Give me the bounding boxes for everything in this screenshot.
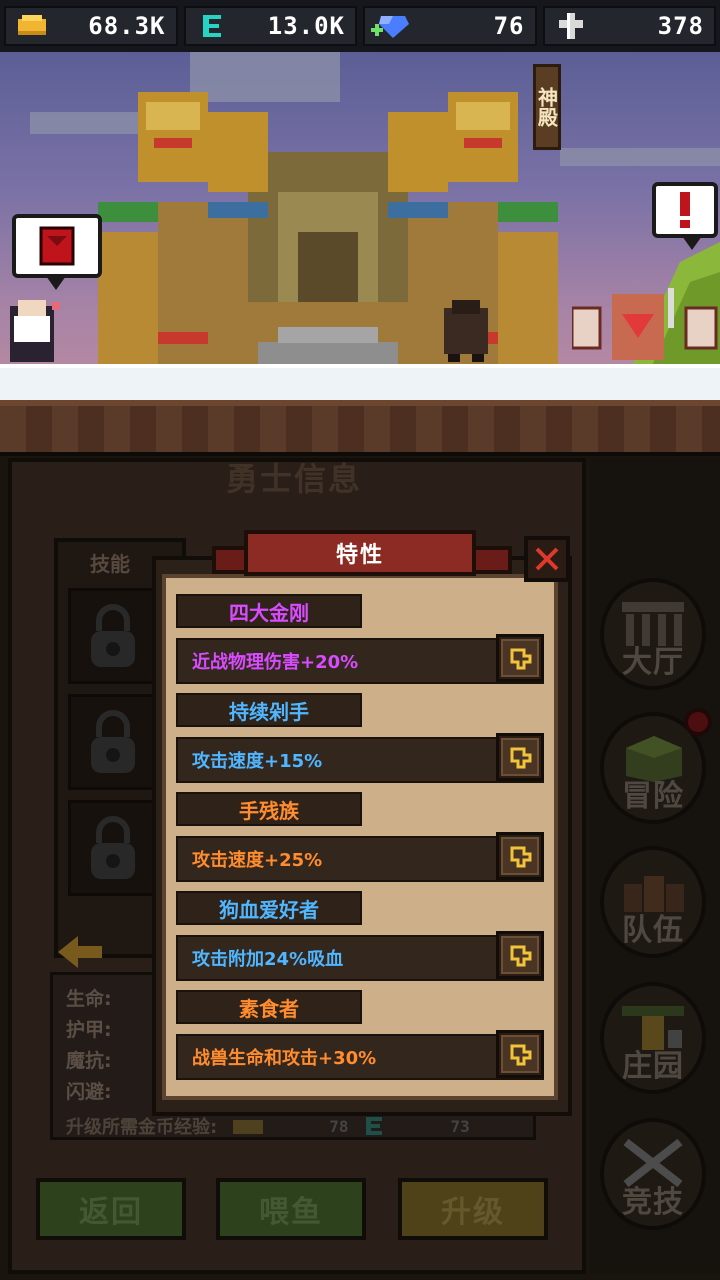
trait-reroll-button[interactable] <box>496 1030 544 1078</box>
shield-guards[interactable] <box>572 288 720 364</box>
cross-counter[interactable]: 378 <box>542 6 716 46</box>
trait-effect: 攻击速度+15% <box>176 737 544 783</box>
trait-name: 狗血爱好者 <box>176 891 362 925</box>
shrine-sign[interactable]: 神殿 <box>533 64 561 150</box>
trait-effect: 战兽生命和攻击+30% <box>176 1034 544 1080</box>
cross-value: 378 <box>657 12 704 40</box>
plus-arrow-icon <box>510 648 532 670</box>
energy-icon <box>192 10 232 42</box>
snow-ground <box>0 364 720 404</box>
trait-reroll-button[interactable] <box>496 931 544 979</box>
trait-effect: 近战物理伤害+20% <box>176 638 544 684</box>
plus-arrow-icon <box>510 945 532 967</box>
trait-effect: 攻击附加24%吸血 <box>176 935 544 981</box>
traits-modal-title: 特性 <box>244 530 476 576</box>
diamond-counter[interactable]: 76 <box>363 6 537 46</box>
diamond-icon <box>371 10 411 42</box>
close-button[interactable] <box>524 536 570 582</box>
warrior-sprite[interactable] <box>438 300 494 362</box>
cloud <box>560 148 720 166</box>
dirt-ground <box>0 400 720 452</box>
gold-value: 68.3K <box>88 12 166 40</box>
plus-arrow-icon <box>510 846 532 868</box>
plus-arrow-icon <box>510 747 532 769</box>
trait-reroll-button[interactable] <box>496 733 544 781</box>
trait-name: 四大金刚 <box>176 594 362 628</box>
diamond-value: 76 <box>493 12 525 40</box>
mail-icon <box>39 226 75 266</box>
trait-name: 手残族 <box>176 792 362 826</box>
close-icon <box>535 547 559 571</box>
cross-icon <box>551 10 591 42</box>
mail-bubble[interactable] <box>12 214 102 290</box>
ribbon-tail-right <box>472 546 512 574</box>
resource-bar: 68.3K 13.0K 76 378 <box>0 0 720 52</box>
trait-reroll-button[interactable] <box>496 634 544 682</box>
gold-icon <box>12 10 52 42</box>
gold-counter[interactable]: 68.3K <box>4 6 178 46</box>
temple-scene: 神殿 <box>0 52 720 452</box>
alert-bubble[interactable] <box>652 182 718 250</box>
old-sage-npc[interactable] <box>2 296 62 362</box>
exclamation-icon <box>680 192 690 228</box>
trait-name: 素食者 <box>176 990 362 1024</box>
energy-value: 13.0K <box>267 12 345 40</box>
plus-arrow-icon <box>510 1044 532 1066</box>
energy-counter[interactable]: 13.0K <box>183 6 357 46</box>
trait-effect: 攻击速度+25% <box>176 836 544 882</box>
trait-reroll-button[interactable] <box>496 832 544 880</box>
trait-name: 持续剁手 <box>176 693 362 727</box>
